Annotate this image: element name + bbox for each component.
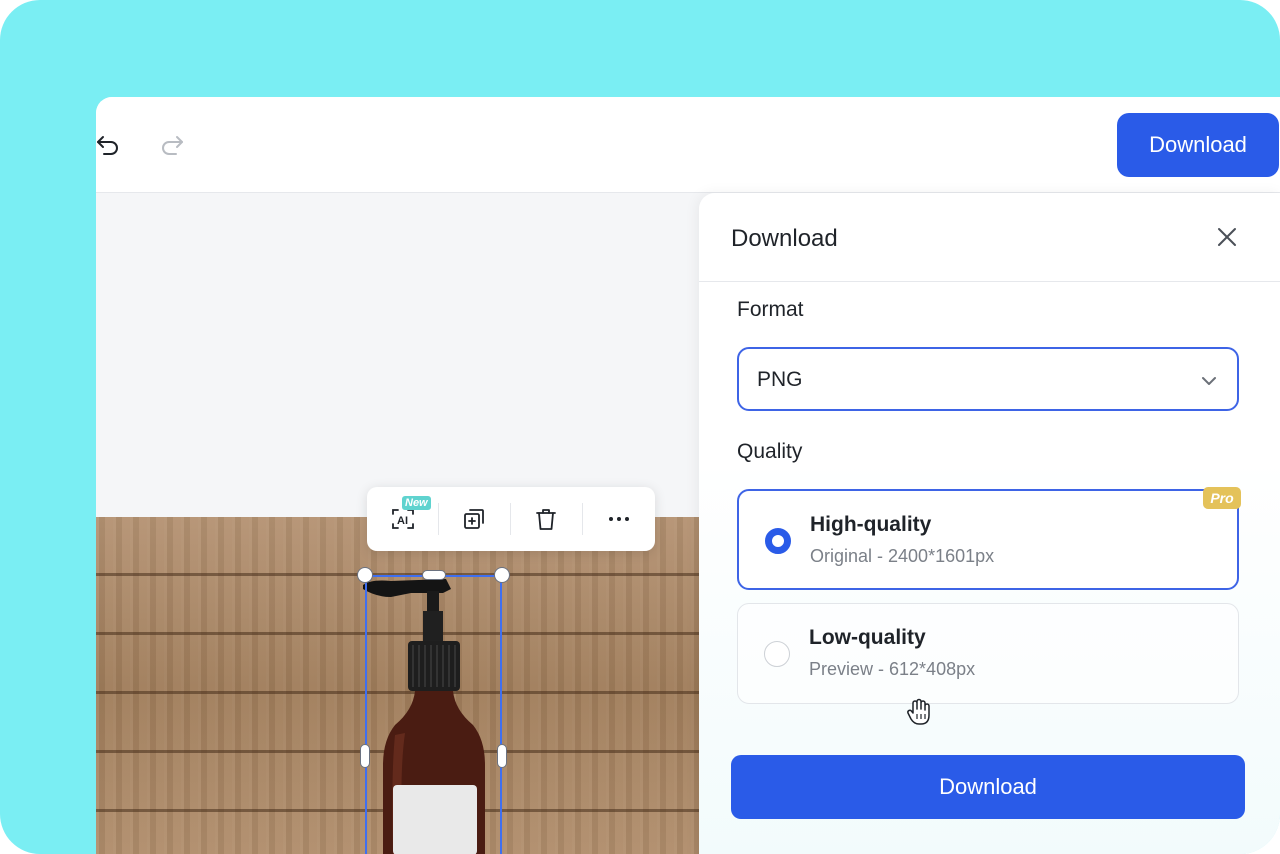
toolbar-divider [510, 503, 511, 535]
quality-option-subtitle: Original - 2400*1601px [810, 546, 995, 566]
close-icon[interactable] [1211, 221, 1243, 253]
more-horizontal-icon[interactable] [603, 503, 635, 535]
ai-icon-text: AI [397, 515, 408, 527]
selection-box [365, 575, 502, 854]
resize-handle-top[interactable] [422, 570, 446, 580]
panel-download-button[interactable]: Download [731, 755, 1245, 819]
top-download-button[interactable]: Download [1117, 113, 1279, 177]
quality-option-subtitle: Preview - 612*408px [809, 659, 976, 679]
hand-cursor-icon [907, 698, 930, 725]
new-badge: New [402, 496, 431, 510]
format-label: Format [737, 298, 804, 321]
format-select[interactable]: PNG [737, 347, 1239, 411]
resize-handle-right[interactable] [497, 744, 507, 768]
screenshot-frame: Download AI New Download Format PNG Qual… [0, 0, 1280, 854]
resize-handle-top-right[interactable] [494, 567, 510, 583]
element-toolbar: AI New [367, 487, 655, 551]
undo-icon[interactable] [96, 129, 124, 161]
panel-title: Download [731, 225, 838, 252]
duplicate-icon[interactable] [458, 503, 490, 535]
chevron-down-icon [1202, 377, 1216, 385]
resize-handle-top-left[interactable] [357, 567, 373, 583]
panel-header: Download [699, 193, 1280, 282]
pro-badge: Pro [1203, 487, 1241, 509]
toolbar-divider [438, 503, 439, 535]
editor-app: Download AI New Download Format PNG Qual… [96, 97, 1280, 854]
top-bar: Download [96, 97, 1280, 193]
quality-option-title: High-quality [810, 513, 932, 536]
quality-option-high[interactable]: High-quality Original - 2400*1601px Pro [737, 487, 1241, 590]
download-panel: Download Format PNG Quality High-quality… [699, 193, 1280, 854]
quality-option-low[interactable]: Low-quality Preview - 612*408px [737, 603, 1239, 704]
format-selected-value: PNG [757, 368, 803, 391]
trash-icon[interactable] [530, 503, 562, 535]
radio-selected[interactable] [765, 528, 791, 554]
toolbar-divider [582, 503, 583, 535]
resize-handle-left[interactable] [360, 744, 370, 768]
quality-option-title: Low-quality [809, 626, 926, 649]
redo-icon[interactable] [156, 129, 188, 161]
quality-label: Quality [737, 440, 803, 463]
radio-unselected[interactable] [764, 641, 790, 667]
